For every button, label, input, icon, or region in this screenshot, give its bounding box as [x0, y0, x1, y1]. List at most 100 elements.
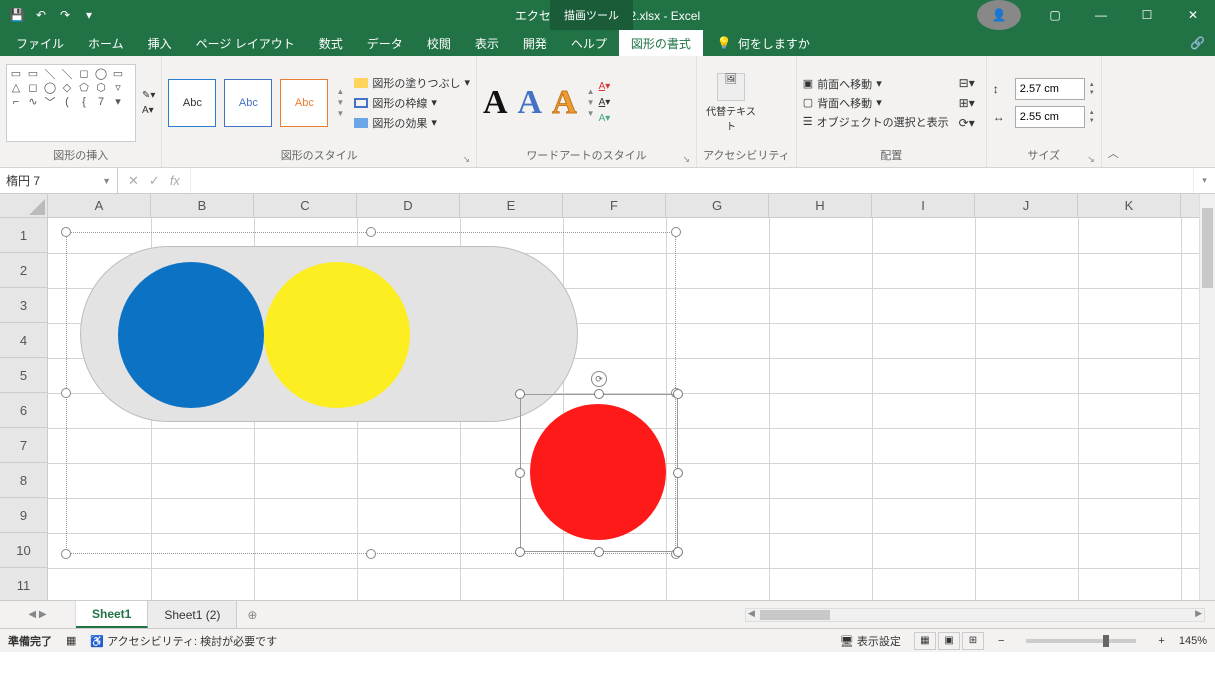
new-sheet-button[interactable]: ⊕ — [237, 601, 267, 628]
wordart-style-1[interactable]: A — [483, 84, 508, 122]
close-icon[interactable]: ✕ — [1171, 0, 1215, 30]
normal-view-icon[interactable]: ▦ — [914, 632, 936, 650]
shape-width-input[interactable] — [1015, 106, 1085, 128]
resize-handle[interactable] — [673, 468, 683, 478]
user-account-icon[interactable]: 👤 — [977, 0, 1021, 30]
zoom-knob[interactable] — [1103, 635, 1109, 647]
row-header[interactable]: 1 — [0, 218, 47, 253]
col-header[interactable]: F — [563, 194, 666, 217]
redo-icon[interactable]: ↷ — [56, 6, 74, 24]
tell-me-search[interactable]: 💡 何をしますか — [703, 30, 824, 56]
wordart-style-3[interactable]: A — [552, 84, 577, 122]
horizontal-scrollbar[interactable]: ◀ ▶ — [745, 608, 1205, 622]
tab-view[interactable]: 表示 — [463, 30, 511, 56]
tab-data[interactable]: データ — [355, 30, 415, 56]
rotate-handle-icon[interactable]: ⟳ — [591, 371, 607, 387]
col-header[interactable]: G — [666, 194, 769, 217]
wa-gallery-up-icon[interactable]: ▲ — [587, 87, 595, 96]
shape-outline-button[interactable]: 図形の枠線 ▾ — [354, 95, 470, 111]
text-fill-icon[interactable]: A▾ — [599, 80, 617, 94]
share-button[interactable]: 🔗 — [1180, 30, 1215, 56]
shape-effects-button[interactable]: 図形の効果 ▾ — [354, 115, 470, 131]
shape-height-input[interactable] — [1015, 78, 1085, 100]
formula-input[interactable] — [191, 168, 1193, 193]
col-header[interactable]: H — [769, 194, 872, 217]
gallery-more-icon[interactable]: ▼ — [336, 109, 344, 118]
rotate-icon[interactable]: ⟳▾ — [959, 116, 975, 130]
group-icon[interactable]: ⊞▾ — [959, 96, 975, 110]
sheet-tab-active[interactable]: Sheet1 — [76, 601, 148, 628]
col-header[interactable]: E — [460, 194, 563, 217]
wa-gallery-down-icon[interactable]: ▼ — [587, 98, 595, 107]
row-header[interactable]: 4 — [0, 323, 47, 358]
row-header[interactable]: 10 — [0, 533, 47, 568]
row-header[interactable]: 9 — [0, 498, 47, 533]
row-header[interactable]: 5 — [0, 358, 47, 393]
wordart-style-2[interactable]: A — [518, 84, 543, 122]
shape-styles-launcher-icon[interactable]: ↘ — [462, 154, 470, 165]
send-backward-button[interactable]: ▢背面へ移動 ▾ — [803, 95, 949, 111]
page-layout-view-icon[interactable]: ▣ — [938, 632, 960, 650]
zoom-level[interactable]: 145% — [1179, 635, 1207, 647]
alt-text-button[interactable]: 🖼 代替テキスト — [703, 73, 759, 133]
resize-handle[interactable] — [671, 227, 681, 237]
col-header[interactable]: K — [1078, 194, 1181, 217]
wa-gallery-more-icon[interactable]: ▼ — [587, 109, 595, 118]
undo-icon[interactable]: ↶ — [32, 6, 50, 24]
tab-page-layout[interactable]: ページ レイアウト — [184, 30, 307, 56]
gallery-down-icon[interactable]: ▼ — [336, 98, 344, 107]
bring-forward-button[interactable]: ▣前面へ移動 ▾ — [803, 76, 949, 92]
name-box-dropdown-icon[interactable]: ▼ — [102, 176, 111, 186]
save-icon[interactable]: 💾 — [8, 6, 26, 24]
align-icon[interactable]: ⊟▾ — [959, 76, 975, 90]
wordart-gallery[interactable]: A A A ▲ ▼ ▼ — [483, 84, 595, 122]
macro-record-icon[interactable]: ▦ — [66, 634, 76, 647]
resize-handle[interactable] — [594, 389, 604, 399]
inner-selection-box[interactable]: ⟳ — [520, 394, 678, 552]
maximize-icon[interactable]: ☐ — [1125, 0, 1169, 30]
collapse-ribbon-icon[interactable]: ︿ — [1102, 139, 1125, 167]
gallery-up-icon[interactable]: ▲ — [336, 87, 344, 96]
row-header[interactable]: 6 — [0, 393, 47, 428]
shape-style-1[interactable]: Abc — [168, 79, 216, 127]
cancel-formula-icon[interactable]: ✕ — [128, 173, 139, 189]
width-down-icon[interactable]: ▼ — [1089, 117, 1095, 125]
height-down-icon[interactable]: ▼ — [1089, 89, 1095, 97]
shape-height-field[interactable]: ↕ ▲▼ — [993, 78, 1095, 100]
row-header[interactable]: 3 — [0, 288, 47, 323]
resize-handle[interactable] — [673, 547, 683, 557]
tab-review[interactable]: 校閲 — [415, 30, 463, 56]
resize-handle[interactable] — [61, 388, 71, 398]
col-header[interactable]: I — [872, 194, 975, 217]
height-up-icon[interactable]: ▲ — [1089, 81, 1095, 89]
shape-style-gallery[interactable]: Abc Abc Abc ▲ ▼ ▼ — [168, 79, 344, 127]
tab-formulas[interactable]: 数式 — [307, 30, 355, 56]
ribbon-options-icon[interactable]: ▢ — [1033, 0, 1077, 30]
selection-pane-button[interactable]: ☰オブジェクトの選択と表示 — [803, 114, 949, 130]
sheet-nav-buttons[interactable]: ◀ ▶ — [0, 601, 76, 628]
resize-handle[interactable] — [673, 389, 683, 399]
resize-handle[interactable] — [61, 227, 71, 237]
select-all-corner[interactable] — [0, 194, 48, 217]
scroll-thumb[interactable] — [760, 610, 830, 620]
zoom-in-icon[interactable]: + — [1158, 635, 1164, 647]
row-header[interactable]: 8 — [0, 463, 47, 498]
shapes-gallery[interactable]: ▭▭＼＼◻◯▭ △◻◯◇⬠⬡▿ ⌐∿﹀({7▾ — [6, 64, 136, 142]
sheet-tab[interactable]: Sheet1 (2) — [148, 601, 237, 628]
enter-formula-icon[interactable]: ✓ — [149, 173, 160, 189]
tab-insert[interactable]: 挿入 — [136, 30, 184, 56]
edit-shape-icon[interactable]: ✎▾ — [142, 90, 155, 101]
accessibility-status[interactable]: ♿ アクセシビリティ: 検討が必要です — [90, 633, 277, 649]
row-header[interactable]: 11 — [0, 568, 47, 600]
scroll-thumb[interactable] — [1202, 208, 1213, 288]
resize-handle[interactable] — [366, 549, 376, 559]
col-header[interactable]: J — [975, 194, 1078, 217]
vertical-scrollbar[interactable] — [1199, 194, 1215, 600]
display-settings-button[interactable]: 🖥 表示設定 — [840, 633, 901, 649]
zoom-slider[interactable] — [1026, 639, 1136, 643]
shape-style-3[interactable]: Abc — [280, 79, 328, 127]
text-effects-icon[interactable]: A▾ — [599, 112, 617, 126]
shape-fill-button[interactable]: 図形の塗りつぶし ▾ — [354, 75, 470, 91]
shape-width-field[interactable]: ↔ ▲▼ — [993, 106, 1095, 128]
width-up-icon[interactable]: ▲ — [1089, 109, 1095, 117]
